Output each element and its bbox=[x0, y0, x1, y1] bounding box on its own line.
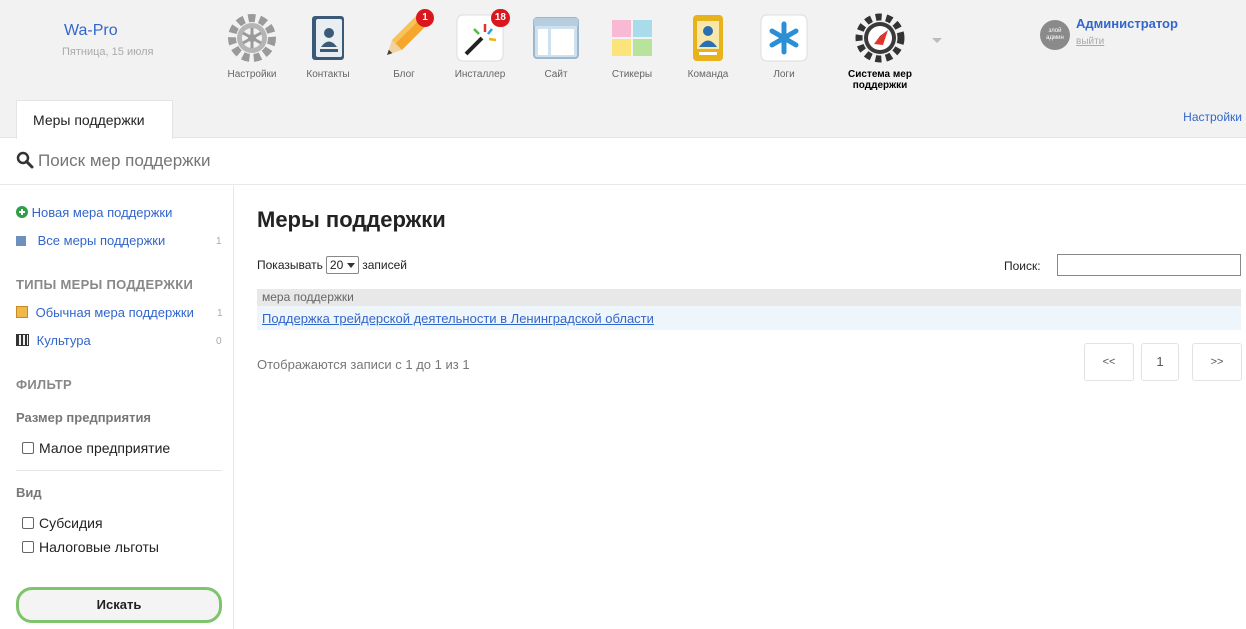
installer-badge: 18 bbox=[490, 9, 510, 27]
user-name-link[interactable]: Администратор bbox=[1076, 16, 1178, 31]
sidebar-item-label[interactable]: Культура bbox=[37, 333, 91, 348]
chevron-down-icon bbox=[347, 262, 356, 268]
small-enterprise-checkbox[interactable]: Малое предприятие bbox=[22, 440, 170, 456]
app-installer[interactable]: 18 Инсталлер bbox=[442, 9, 518, 80]
team-badge-icon bbox=[682, 12, 734, 64]
search-button[interactable]: Искать bbox=[16, 587, 222, 623]
app-stickers[interactable]: Стикеры bbox=[594, 12, 670, 80]
types-heading: ТИПЫ МЕРЫ ПОДДЕРЖКИ bbox=[16, 277, 194, 292]
kind-heading: Вид bbox=[16, 485, 42, 500]
divider bbox=[16, 470, 222, 471]
app-label: Система мер поддержки bbox=[848, 69, 912, 91]
pagination-next-button[interactable]: >> bbox=[1192, 343, 1242, 381]
square-icon bbox=[16, 236, 26, 246]
filter-heading: ФИЛЬТР bbox=[16, 377, 73, 392]
new-measure-link[interactable]: Новая мера поддержки bbox=[16, 204, 172, 222]
blog-badge: 1 bbox=[416, 9, 434, 27]
table-row[interactable]: Поддержка трейдерской деятельности в Лен… bbox=[257, 306, 1241, 330]
gear-icon bbox=[226, 12, 278, 64]
sidebar-item-count: 1 bbox=[217, 308, 223, 319]
page-length-value: 20 bbox=[329, 258, 344, 272]
subsidy-checkbox[interactable]: Субсидия bbox=[22, 515, 103, 531]
filter-label: Поиск: bbox=[1004, 259, 1041, 273]
table-info: Отображаются записи с 1 до 1 из 1 bbox=[257, 357, 470, 372]
checkbox-box[interactable] bbox=[22, 442, 34, 454]
row-link[interactable]: Поддержка трейдерской деятельности в Лен… bbox=[262, 311, 654, 326]
sidebar: Новая мера поддержки Все меры поддержки … bbox=[0, 186, 234, 629]
sidebar-item-label[interactable]: Обычная мера поддержки bbox=[36, 305, 194, 320]
brand: Wa-Pro Пятница, 15 июля bbox=[40, 22, 200, 58]
plus-circle-icon bbox=[16, 206, 28, 218]
app-contacts[interactable]: Контакты bbox=[290, 12, 366, 80]
app-header: Wa-Pro Пятница, 15 июля Настройки Контак… bbox=[0, 0, 1246, 139]
pencil-icon: 1 bbox=[378, 9, 434, 64]
search-icon bbox=[16, 151, 34, 174]
pagination-prev-button[interactable]: << bbox=[1084, 343, 1134, 381]
tab-support-measures[interactable]: Меры поддержки bbox=[16, 100, 173, 139]
sidebar-item-count: 0 bbox=[216, 336, 222, 347]
checkbox-box[interactable] bbox=[22, 517, 34, 529]
main-content: Меры поддержки Показывать 20 записей Пои… bbox=[235, 186, 1246, 629]
clapperboard-icon bbox=[16, 334, 29, 346]
avatar[interactable]: злой админ bbox=[1040, 20, 1070, 50]
current-date: Пятница, 15 июля bbox=[62, 46, 154, 58]
more-apps-chevron-down-icon[interactable] bbox=[932, 38, 942, 43]
sidebar-item-all[interactable]: Все меры поддержки bbox=[16, 232, 222, 250]
show-suffix: записей bbox=[362, 258, 408, 272]
page-length-select[interactable]: 20 bbox=[325, 256, 360, 274]
app-label: Сайт bbox=[544, 69, 568, 80]
app-label: Логи bbox=[773, 69, 795, 80]
app-label: Настройки bbox=[227, 69, 277, 80]
new-measure-label[interactable]: Новая мера поддержки bbox=[32, 205, 173, 220]
asterisk-icon bbox=[758, 12, 810, 64]
compass-gear-icon bbox=[854, 12, 906, 64]
app-site[interactable]: Сайт bbox=[518, 12, 594, 80]
logout-link[interactable]: выйти bbox=[1076, 36, 1104, 47]
app-logs[interactable]: Логи bbox=[746, 12, 822, 80]
page-length-control: Показывать 20 записей bbox=[257, 256, 407, 274]
app-support-system[interactable]: Система мер поддержки bbox=[834, 12, 926, 91]
page-title: Меры поддержки bbox=[257, 207, 446, 232]
magic-wand-icon: 18 bbox=[454, 9, 510, 64]
sidebar-item-culture[interactable]: Культура bbox=[16, 332, 91, 350]
note-icon bbox=[16, 306, 28, 318]
column-header[interactable]: мера поддержки bbox=[257, 289, 1241, 306]
sidebar-item-count: 1 bbox=[216, 236, 222, 247]
show-prefix: Показывать bbox=[257, 258, 323, 272]
size-heading: Размер предприятия bbox=[16, 410, 152, 425]
app-blog[interactable]: 1 Блог bbox=[366, 9, 442, 80]
search-bar bbox=[0, 139, 1246, 185]
table-search-input[interactable] bbox=[1057, 254, 1241, 276]
app-settings[interactable]: Настройки bbox=[214, 12, 290, 80]
app-label: Блог bbox=[393, 69, 415, 80]
app-label: Инсталлер bbox=[454, 69, 506, 80]
stickers-icon bbox=[606, 12, 658, 64]
app-label: Контакты bbox=[306, 69, 350, 80]
checkbox-label: Налоговые льготы bbox=[39, 539, 159, 555]
tax-benefits-checkbox[interactable]: Налоговые льготы bbox=[22, 539, 159, 555]
search-input[interactable] bbox=[38, 149, 438, 173]
site-window-icon bbox=[530, 12, 582, 64]
checkbox-label: Субсидия bbox=[39, 515, 103, 531]
pagination-page-button[interactable]: 1 bbox=[1141, 343, 1179, 381]
app-team[interactable]: Команда bbox=[670, 12, 746, 80]
checkbox-label: Малое предприятие bbox=[39, 440, 171, 456]
app-label: Команда bbox=[687, 69, 729, 80]
brand-name[interactable]: Wa-Pro bbox=[64, 22, 200, 40]
checkbox-box[interactable] bbox=[22, 541, 34, 553]
sidebar-item-label[interactable]: Все меры поддержки bbox=[38, 233, 166, 248]
settings-link[interactable]: Настройки bbox=[1183, 110, 1242, 124]
app-label: Стикеры bbox=[611, 69, 653, 80]
contacts-book-icon bbox=[302, 12, 354, 64]
sidebar-item-regular[interactable]: Обычная мера поддержки bbox=[16, 304, 194, 322]
